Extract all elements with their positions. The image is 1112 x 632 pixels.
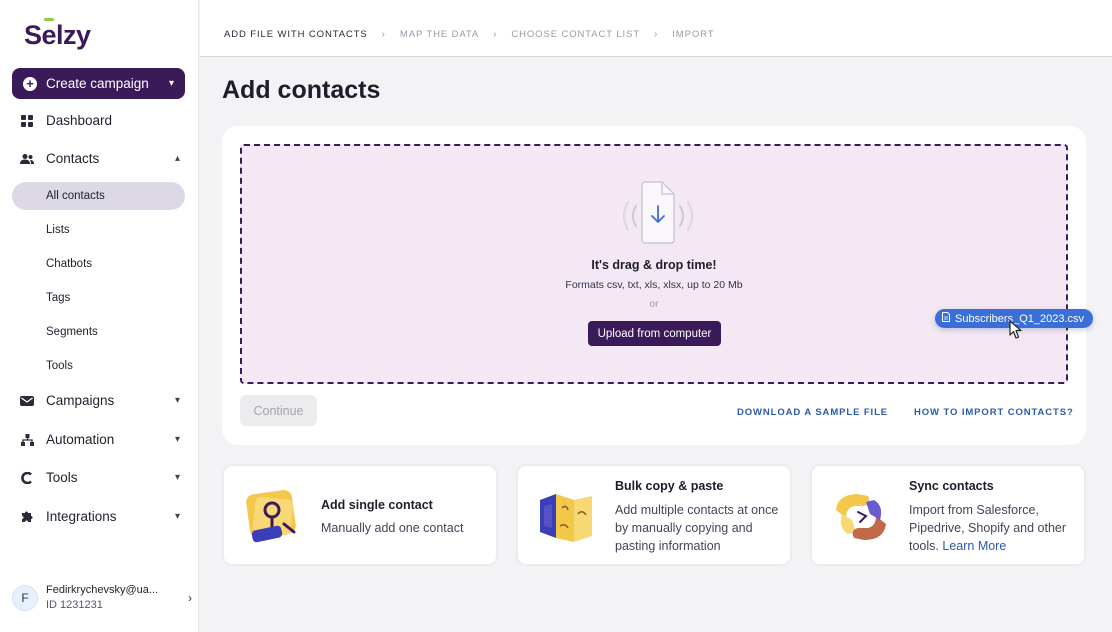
file-download-icon xyxy=(608,180,708,250)
chevron-right-icon: › xyxy=(654,29,659,40)
sidebar-item-label: Dashboard xyxy=(46,113,113,128)
mouse-pointer-icon xyxy=(1009,320,1023,345)
chevron-down-icon: ▾ xyxy=(168,78,174,89)
continue-button[interactable]: Continue xyxy=(240,395,317,426)
automation-icon xyxy=(20,433,34,447)
how-to-import-link[interactable]: HOW TO IMPORT CONTACTS? xyxy=(914,407,1074,418)
sidebar-subitem-all-contacts[interactable]: All contacts xyxy=(46,190,105,202)
breadcrumb: ADD FILE WITH CONTACTS › MAP THE DATA › … xyxy=(224,29,714,40)
sidebar-item-label: Campaigns xyxy=(46,393,115,408)
user-email: Fedirkrychevsky@ua... xyxy=(46,584,159,596)
add-single-contact-card[interactable]: Add single contact Manually add one cont… xyxy=(222,464,498,566)
create-campaign-label: Create campaign xyxy=(46,76,149,91)
selzy-logo[interactable]: Selzy xyxy=(24,20,91,51)
sidebar: Selzy + Create campaign ▾ Dashboard Cont… xyxy=(0,0,199,632)
upload-from-computer-button[interactable]: Upload from computer xyxy=(588,321,721,346)
chevron-down-icon: ▾ xyxy=(174,511,180,522)
learn-more-link[interactable]: Learn More xyxy=(942,539,1006,553)
dropzone-formats: Formats csv, txt, xls, xlsx, up to 20 Mb xyxy=(565,279,743,291)
sidebar-item-dashboard[interactable]: Dashboard xyxy=(20,113,180,128)
sidebar-subitem-chatbots[interactable]: Chatbots xyxy=(46,258,92,270)
download-sample-link[interactable]: DOWNLOAD A SAMPLE FILE xyxy=(737,407,888,418)
chevron-down-icon: ▾ xyxy=(174,395,180,406)
create-campaign-button[interactable]: + Create campaign ▾ xyxy=(12,68,185,99)
sync-contacts-card[interactable]: Sync contacts Import from Salesforce, Pi… xyxy=(810,464,1086,566)
sidebar-subitem-tags[interactable]: Tags xyxy=(46,292,70,304)
user-id: ID 1231231 xyxy=(46,599,103,611)
campaigns-icon xyxy=(20,394,34,408)
option-title: Bulk copy & paste xyxy=(615,479,724,493)
file-icon xyxy=(942,312,950,325)
page-title: Add contacts xyxy=(222,76,381,104)
sidebar-subitem-tools[interactable]: Tools xyxy=(46,360,73,372)
sidebar-item-label: Contacts xyxy=(46,151,100,166)
bulk-copy-paste-card[interactable]: Bulk copy & paste Add multiple contacts … xyxy=(516,464,792,566)
dropzone-title: It's drag & drop time! xyxy=(591,258,717,272)
option-description: Manually add one contact xyxy=(321,521,464,535)
chevron-right-icon: › xyxy=(381,29,386,40)
step-import: IMPORT xyxy=(672,29,715,40)
sidebar-subitem-lists[interactable]: Lists xyxy=(46,224,70,236)
chevron-right-icon: › xyxy=(188,590,192,605)
option-description: Import from Salesforce, Pipedrive, Shopi… xyxy=(909,501,1079,555)
import-steps-bar: ADD FILE WITH CONTACTS › MAP THE DATA › … xyxy=(200,0,1112,57)
step-map-data: MAP THE DATA xyxy=(399,29,480,40)
file-dropzone[interactable]: It's drag & drop time! Formats csv, txt,… xyxy=(240,144,1068,384)
user-profile[interactable]: F Fedirkrychevsky@ua... ID 1231231 › xyxy=(12,584,192,611)
upload-card: It's drag & drop time! Formats csv, txt,… xyxy=(222,126,1086,445)
contacts-icon xyxy=(20,152,34,166)
puzzle-icon xyxy=(20,510,34,524)
plus-icon: + xyxy=(23,76,37,91)
option-title: Sync contacts xyxy=(909,479,994,493)
sidebar-item-label: Tools xyxy=(46,470,78,485)
sync-hands-illustration-icon xyxy=(828,484,894,550)
step-choose-list: CHOOSE CONTACT LIST xyxy=(511,29,641,40)
sidebar-subitem-segments[interactable]: Segments xyxy=(46,326,98,338)
chevron-up-icon: ▴ xyxy=(174,153,180,164)
chevron-down-icon: ▾ xyxy=(174,434,180,445)
sidebar-item-integrations[interactable]: Integrations ▾ xyxy=(20,509,180,524)
sidebar-item-label: Automation xyxy=(46,432,115,447)
add-contact-illustration-icon xyxy=(240,484,306,550)
sidebar-item-automation[interactable]: Automation ▾ xyxy=(20,432,180,447)
sidebar-item-contacts[interactable]: Contacts ▴ xyxy=(20,151,180,166)
option-title: Add single contact xyxy=(321,498,433,512)
sidebar-item-campaigns[interactable]: Campaigns ▾ xyxy=(20,393,180,408)
sidebar-item-label: Integrations xyxy=(46,509,117,524)
tools-icon xyxy=(20,471,34,485)
sidebar-item-tools[interactable]: Tools ▾ xyxy=(20,470,180,485)
option-description: Add multiple contacts at once by manuall… xyxy=(615,503,779,553)
chevron-down-icon: ▾ xyxy=(174,472,180,483)
chevron-right-icon: › xyxy=(493,29,498,40)
copy-paste-illustration-icon xyxy=(534,484,600,550)
step-add-file: ADD FILE WITH CONTACTS xyxy=(224,29,368,40)
dashboard-icon xyxy=(20,114,34,128)
avatar: F xyxy=(12,584,38,611)
